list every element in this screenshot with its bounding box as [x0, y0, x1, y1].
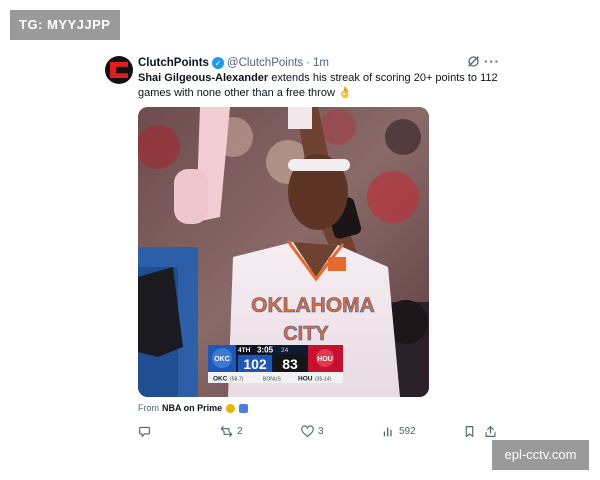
watermark-top: TG: MYYJJPP — [10, 10, 120, 40]
retweet-count: 2 — [237, 425, 243, 437]
share-button[interactable] — [484, 422, 497, 440]
away-record: (35-14) — [315, 377, 331, 383]
home-abbr: OKC — [213, 376, 228, 383]
verified-icon: ✓ — [211, 57, 224, 69]
quarter: 4TH — [238, 347, 251, 354]
home-score: 102 — [243, 356, 267, 372]
tweet-media[interactable]: OKLAHOMA CITY OKC 4TH 3:05 24 102 83 HOU… — [138, 107, 429, 397]
views-button[interactable]: 592 — [382, 422, 416, 440]
views-count: 592 — [399, 425, 416, 437]
jersey-text-top: OKLAHOMA — [251, 294, 375, 317]
like-count: 3 — [318, 425, 324, 437]
views-icon — [383, 426, 392, 436]
reply-button[interactable] — [138, 422, 155, 440]
avatar[interactable] — [105, 56, 133, 84]
retweet-icon — [220, 425, 233, 437]
home-record: (58-7) — [230, 377, 244, 383]
media-image: OKLAHOMA CITY OKC 4TH 3:05 24 102 83 HOU… — [138, 107, 429, 397]
reply-icon — [139, 426, 150, 437]
retweet-button[interactable]: 2 — [220, 422, 243, 440]
away-abbr: HOU — [298, 376, 313, 383]
bookmark-button[interactable] — [463, 422, 476, 440]
more-icon[interactable]: ··· — [484, 55, 499, 69]
author-name[interactable]: ClutchPoints — [138, 57, 209, 69]
mention-player[interactable]: Shai Gilgeous-Alexander — [138, 72, 268, 84]
tweet-header: ClutchPoints ✓ @ClutchPoints · 1m — [138, 55, 329, 71]
bonus: BONUS — [263, 377, 281, 383]
tweet-text: Shai Gilgeous-Alexander extends his stre… — [138, 71, 500, 101]
media-source: From NBA on Prime — [138, 403, 249, 413]
grok-icon[interactable] — [466, 55, 480, 69]
separator: · — [306, 57, 310, 69]
square-badge-icon — [239, 403, 249, 413]
share-icon — [485, 425, 496, 437]
svg-text:HOU: HOU — [317, 356, 333, 363]
bookmark-icon — [465, 425, 474, 437]
shot-clock: 24 — [281, 347, 289, 354]
author-handle[interactable]: @ClutchPoints — [227, 57, 303, 69]
like-button[interactable]: 3 — [301, 422, 324, 440]
timestamp[interactable]: 1m — [313, 57, 329, 69]
tweet-card[interactable]: ClutchPoints ✓ @ClutchPoints · 1m ··· Sh… — [100, 46, 502, 446]
jersey-text-bottom: CITY — [283, 323, 329, 345]
away-score: 83 — [282, 356, 298, 372]
source-prefix: From — [138, 403, 159, 413]
source-link[interactable]: NBA on Prime — [162, 403, 222, 413]
gold-badge-icon — [226, 403, 236, 413]
clutchpoints-logo — [110, 62, 128, 78]
game-clock: 3:05 — [257, 346, 274, 355]
action-bar: 2 3 592 — [138, 422, 500, 440]
svg-text:OKC: OKC — [214, 356, 230, 363]
scorebug: OKC 4TH 3:05 24 102 83 HOU OKC (58-7) BO… — [208, 345, 343, 383]
like-icon — [301, 424, 314, 437]
watermark-bottom: epl-cctv.com — [492, 440, 589, 470]
